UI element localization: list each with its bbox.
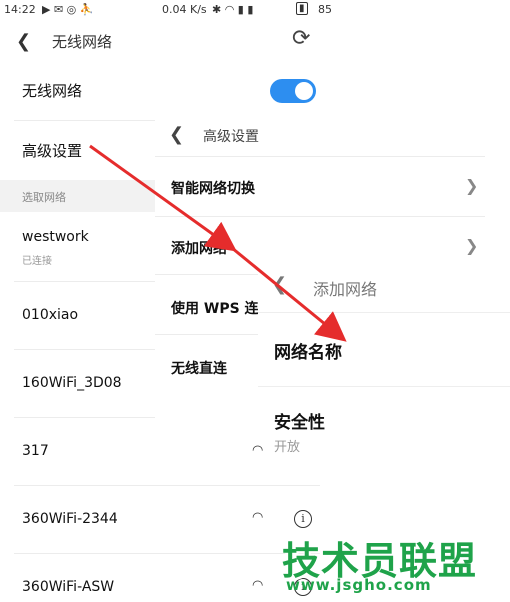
arrow-to-add-network (89, 144, 237, 252)
annotation-arrows (89, 144, 347, 342)
arrow-to-network-name (231, 246, 347, 342)
watermark-url: www.jsgho.com (286, 576, 432, 594)
